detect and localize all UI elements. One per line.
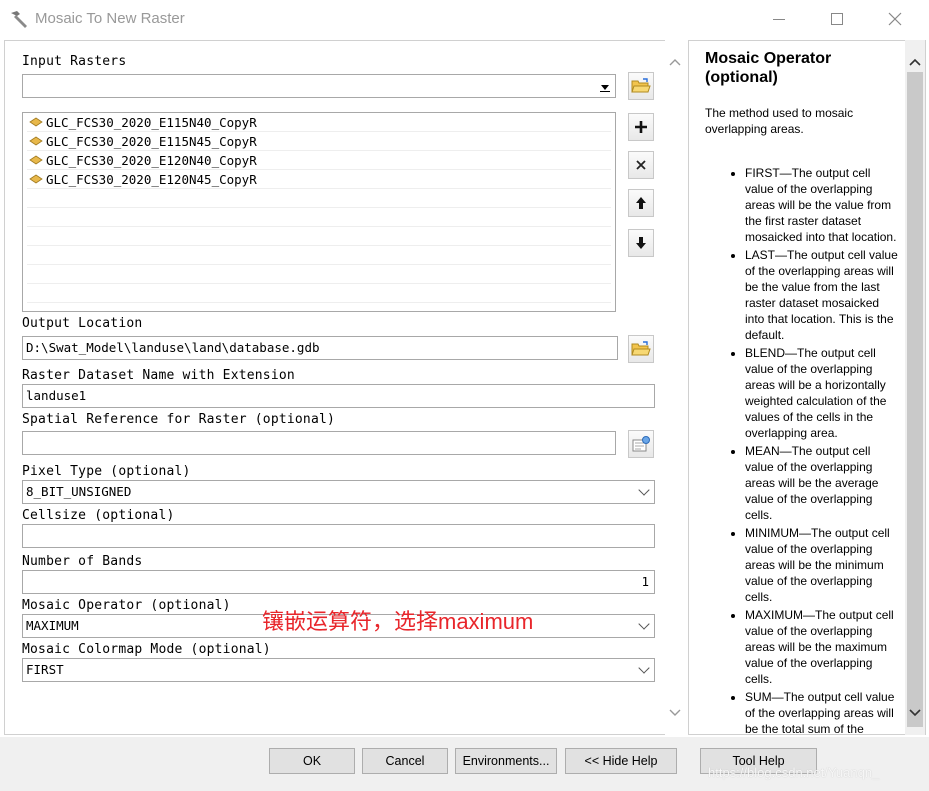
arrow-down-icon (636, 237, 646, 249)
input-rasters-label: Input Rasters (22, 54, 127, 69)
help-scrollbar[interactable] (905, 40, 925, 735)
help-options-list: FIRST—The output cell value of the overl… (705, 165, 901, 734)
close-button[interactable] (866, 0, 924, 38)
hammer-icon (11, 11, 27, 28)
add-raster-button[interactable] (628, 113, 654, 141)
watermark: https://blog.csdn.net/Yuanqn_ (708, 765, 880, 780)
cancel-button[interactable]: Cancel (362, 748, 448, 774)
cellsize-label: Cellsize (optional) (22, 508, 175, 523)
cellsize-field[interactable] (22, 524, 655, 548)
chevron-down-icon (638, 662, 650, 674)
output-location-field[interactable]: D:\Swat_Model\landuse\land\database.gdb (22, 336, 618, 360)
spatial-reference-label: Spatial Reference for Raster (optional) (22, 412, 336, 427)
window-title: Mosaic To New Raster (35, 10, 185, 27)
maximize-button[interactable] (808, 0, 866, 38)
dropdown-arrow-icon[interactable] (599, 79, 611, 93)
raster-name-field[interactable]: landuse1 (22, 384, 655, 408)
hide-help-button[interactable]: << Hide Help (565, 748, 677, 774)
browse-output-button[interactable] (628, 335, 654, 363)
help-option-item: LAST—The output cell value of the overla… (745, 247, 901, 343)
list-item[interactable]: GLC_FCS30_2020_E120N45_CopyR (27, 170, 611, 189)
help-option-item: MEAN—The output cell value of the overla… (745, 443, 901, 523)
help-option-item: FIRST—The output cell value of the overl… (745, 165, 901, 245)
scroll-down-icon[interactable] (668, 707, 682, 719)
open-folder-icon (631, 78, 651, 93)
title-bar: Mosaic To New Raster (0, 0, 929, 38)
browse-input-button[interactable] (628, 72, 654, 100)
raster-dataset-icon (29, 136, 43, 146)
pixel-type-select[interactable]: 8_BIT_UNSIGNED (22, 480, 655, 504)
help-description: The method used to mosaic overlapping ar… (705, 106, 854, 136)
bands-field[interactable]: 1 (22, 570, 655, 594)
empty-row (27, 189, 611, 208)
pixel-type-label: Pixel Type (optional) (22, 464, 191, 479)
annotation-text: 镶嵌运算符，选择maximum (262, 609, 534, 634)
bands-label: Number of Bands (22, 554, 143, 569)
scroll-down-icon[interactable] (908, 707, 922, 719)
output-location-label: Output Location (22, 316, 143, 331)
list-item[interactable]: GLC_FCS30_2020_E120N40_CopyR (27, 151, 611, 170)
empty-row (27, 284, 611, 303)
mosaic-operator-label: Mosaic Operator (optional) (22, 598, 231, 613)
spatial-reference-icon (632, 436, 650, 452)
plus-icon (635, 121, 647, 133)
empty-row (27, 265, 611, 284)
list-item[interactable]: GLC_FCS30_2020_E115N45_CopyR (27, 132, 611, 151)
arrow-up-icon (636, 197, 646, 209)
minimize-button[interactable] (750, 0, 808, 38)
help-content: Mosaic Operator (optional) The method us… (705, 49, 901, 734)
environments-button[interactable]: Environments... (455, 748, 557, 774)
colormap-mode-label: Mosaic Colormap Mode (optional) (22, 642, 271, 657)
empty-row (27, 246, 611, 265)
ok-button[interactable]: OK (269, 748, 355, 774)
empty-row (27, 227, 611, 246)
spatial-reference-field[interactable] (22, 431, 616, 455)
minimize-icon (773, 18, 785, 20)
chevron-down-icon (638, 618, 650, 630)
colormap-mode-select[interactable]: FIRST (22, 658, 655, 682)
input-rasters-list[interactable]: GLC_FCS30_2020_E115N40_CopyR GLC_FCS30_2… (22, 112, 616, 312)
chevron-down-icon (638, 484, 650, 496)
parameters-scrollbar[interactable] (665, 40, 685, 735)
raster-dataset-icon (29, 155, 43, 165)
input-rasters-combo[interactable] (22, 74, 616, 98)
help-option-item: SUM—The output cell value of the overlap… (745, 689, 901, 734)
help-title: Mosaic Operator (optional) (705, 50, 832, 86)
empty-row (27, 208, 611, 227)
help-option-item: MAXIMUM—The output cell value of the ove… (745, 607, 901, 687)
spatial-reference-properties-button[interactable] (628, 430, 654, 458)
scroll-up-icon[interactable] (668, 56, 682, 68)
open-folder-icon (631, 341, 651, 356)
raster-dataset-icon (29, 174, 43, 184)
scroll-thumb[interactable] (907, 72, 923, 727)
scroll-up-icon[interactable] (908, 56, 922, 68)
remove-raster-button[interactable] (628, 151, 654, 179)
help-option-item: MINIMUM—The output cell value of the ove… (745, 525, 901, 605)
remove-icon (636, 160, 646, 170)
raster-dataset-icon (29, 117, 43, 127)
close-icon (888, 12, 902, 26)
maximize-icon (831, 13, 843, 25)
move-down-button[interactable] (628, 229, 654, 257)
move-up-button[interactable] (628, 189, 654, 217)
list-item[interactable]: GLC_FCS30_2020_E115N40_CopyR (27, 113, 611, 132)
help-pane: Mosaic Operator (optional) The method us… (688, 40, 926, 735)
raster-name-label: Raster Dataset Name with Extension (22, 368, 295, 383)
help-option-item: BLEND—The output cell value of the overl… (745, 345, 901, 441)
